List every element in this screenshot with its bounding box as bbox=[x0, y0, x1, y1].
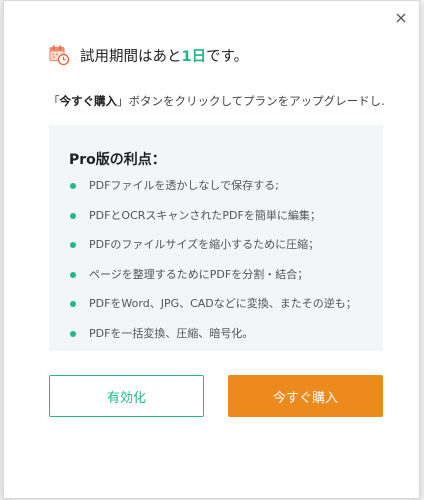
upgrade-description: 「今すぐ購入」ボタンをクリックしてプランをアップグレードし. bbox=[48, 94, 385, 108]
buy-now-button[interactable]: 今すぐ購入 bbox=[228, 375, 383, 417]
benefit-item: PDFのファイルサイズを縮小するために圧縮； bbox=[69, 238, 357, 268]
bullet-dot-icon bbox=[70, 183, 76, 189]
activate-button[interactable]: 有効化 bbox=[49, 375, 204, 417]
close-icon[interactable] bbox=[393, 10, 409, 26]
benefit-item: PDFとOCRスキャンされたPDFを簡単に編集； bbox=[69, 209, 357, 239]
trial-days-remaining: 1日 bbox=[181, 48, 207, 65]
bullet-dot-icon bbox=[70, 212, 76, 219]
calendar-clock-icon bbox=[48, 44, 70, 66]
benefit-item: PDFを一括変換、圧縮、暗号化。 bbox=[69, 327, 357, 357]
bullet-dot-icon bbox=[70, 242, 76, 248]
benefit-item: PDFファイルを透かしなしで保存する; bbox=[69, 179, 357, 209]
trial-upgrade-dialog: 試用期間はあと1日です。 「今すぐ購入」ボタンをクリックしてプランをアップグレー… bbox=[3, 0, 420, 499]
trial-remaining-title: 試用期間はあと1日です。 bbox=[80, 48, 249, 65]
dialog-header: 試用期間はあと1日です。 bbox=[48, 44, 248, 66]
pro-benefits-panel: Pro版の利点： PDFファイルを透かしなしで保存する; PDFとOCRスキャン… bbox=[49, 125, 383, 351]
bullet-dot-icon bbox=[70, 301, 76, 307]
benefits-list: PDFファイルを透かしなしで保存する; PDFとOCRスキャンされたPDFを簡単… bbox=[69, 179, 357, 356]
bullet-dot-icon bbox=[70, 271, 76, 278]
benefit-item: PDFをWord、JPG、CADなどに変換、またその逆も； bbox=[69, 297, 357, 327]
bullet-dot-icon bbox=[70, 330, 76, 337]
benefit-item: ページを整理するためにPDFを分割・結合； bbox=[69, 268, 357, 298]
benefits-title: Pro版の利点： bbox=[69, 152, 166, 168]
